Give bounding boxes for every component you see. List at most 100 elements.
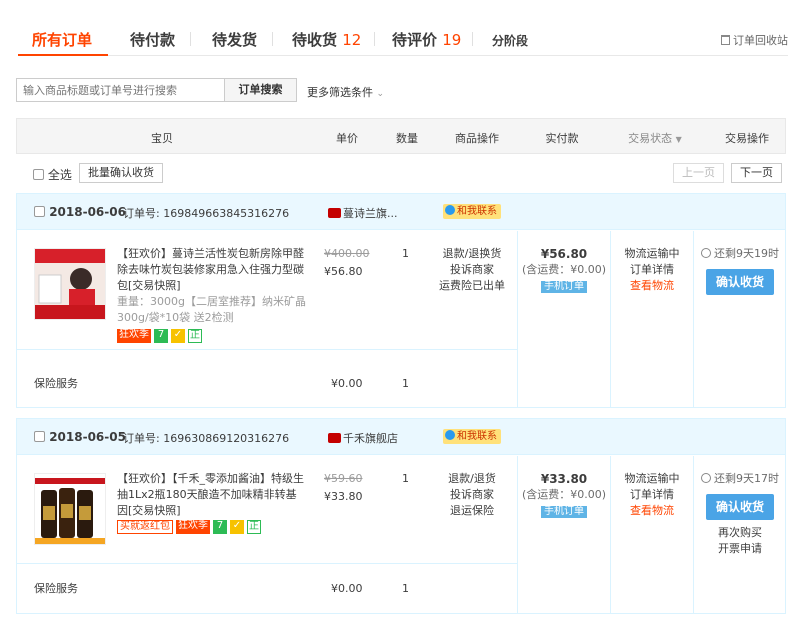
next-page-button[interactable]: 下一页: [731, 163, 782, 183]
select-all-checkbox[interactable]: [33, 169, 44, 180]
contact-seller-button[interactable]: 和我联系: [443, 429, 501, 444]
item-operations: 退款/退换货 投诉商家 运费险已出单: [432, 246, 512, 294]
tab-label: 待评价: [392, 31, 438, 49]
more-filters-toggle[interactable]: 更多筛选条件 ⌄: [307, 84, 384, 100]
shop-link[interactable]: 千禾旗舰店: [328, 430, 398, 446]
recycle-label: 订单回收站: [733, 34, 788, 47]
contact-seller-button[interactable]: 和我联系: [443, 204, 501, 219]
seven-day-return-tag[interactable]: 7: [213, 520, 227, 534]
order-detail-link[interactable]: 订单详情: [611, 487, 693, 503]
tab-pending-receipt[interactable]: 待收货 12: [292, 29, 361, 50]
shop-name: 蔓诗兰旗...: [343, 207, 398, 220]
header-item-ops: 商品操作: [455, 132, 499, 145]
remaining-time: 还剩9天17时: [701, 471, 787, 487]
tmall-icon: [328, 433, 341, 443]
recycle-bin-link[interactable]: 订单回收站: [721, 32, 788, 48]
remaining-text: 还剩9天19时: [714, 247, 779, 260]
order-date: 2018-06-06: [34, 205, 126, 219]
tab-all-orders[interactable]: 所有订单: [32, 29, 92, 50]
refund-link[interactable]: 退款/退货: [432, 471, 512, 487]
order-number: 订单号: 169849663845316276: [123, 207, 290, 220]
authentic-tag[interactable]: 正: [247, 520, 261, 534]
batch-confirm-button[interactable]: 批量确认收货: [79, 163, 163, 183]
header-qty: 数量: [396, 132, 418, 145]
insurance-qty: 1: [402, 377, 409, 390]
contact-label: 和我联系: [457, 206, 497, 217]
view-logistics-link[interactable]: 查看物流: [611, 503, 693, 519]
quantity: 1: [402, 472, 409, 485]
chat-icon: [445, 205, 455, 215]
view-logistics-link[interactable]: 查看物流: [611, 278, 693, 294]
order-detail-link[interactable]: 订单详情: [611, 262, 693, 278]
prev-page-button[interactable]: 上一页: [673, 163, 724, 183]
divider: [17, 349, 517, 350]
mobile-order-tag: 手机订单: [541, 281, 587, 293]
product-spec: 重量：3000g【二居室推荐】纳米矿晶300g/袋*10袋 送2检测: [117, 295, 306, 324]
authentic-tag[interactable]: 正: [188, 329, 202, 343]
product-thumbnail[interactable]: [34, 473, 106, 545]
seven-day-return-tag[interactable]: 7: [154, 329, 168, 343]
order-date: 2018-06-05: [34, 430, 126, 444]
select-all[interactable]: 全选: [33, 166, 72, 183]
tab-pending-review[interactable]: 待评价 19: [392, 29, 461, 50]
tab-separator: [374, 32, 375, 46]
confirm-receipt-button[interactable]: 确认收货: [706, 269, 774, 295]
search-input[interactable]: [16, 78, 225, 102]
refund-link[interactable]: 退款/退换货: [432, 246, 512, 262]
header-actions: 交易操作: [725, 132, 769, 145]
invoice-request-link[interactable]: 开票申请: [694, 541, 786, 557]
order-card: 2018-06-06 订单号: 169849663845316276 蔓诗兰旗.…: [16, 193, 786, 408]
contact-label: 和我联系: [457, 431, 497, 442]
product-title[interactable]: 【狂欢价】【千禾_零添加酱油】特级生抽1Lx2瓶180天酿造不加味精非转基因[交…: [117, 471, 307, 519]
clock-icon: [701, 248, 711, 258]
order-date-text: 2018-06-05: [49, 430, 126, 444]
shipping-note: (含运费：¥0.00): [521, 488, 607, 501]
promo-tag[interactable]: 狂欢季: [176, 520, 210, 534]
guarantee-tag[interactable]: ✓: [171, 329, 185, 343]
divider: [693, 231, 694, 408]
tab-label: 待收货: [292, 31, 338, 49]
header-paid: 实付款: [545, 132, 579, 145]
table-header: 宝贝 单价 数量 商品操作 实付款 交易状态 ▼ 交易操作: [16, 118, 786, 154]
paid-amount: ¥33.80 (含运费：¥0.00) 手机订单: [518, 471, 610, 519]
tmall-icon: [328, 208, 341, 218]
unit-price: ¥33.80: [324, 490, 363, 503]
order-number: 订单号: 169630869120316276: [123, 432, 290, 445]
quantity: 1: [402, 247, 409, 260]
product-image: [35, 249, 105, 319]
tab-separator: [272, 32, 273, 46]
confirm-receipt-button[interactable]: 确认收货: [706, 494, 774, 520]
product-title[interactable]: 【狂欢价】蔓诗兰活性炭包新房除甲醛除去味竹炭包装修家用急入住强力型碳包[交易快照…: [117, 246, 307, 294]
order-card: 2018-06-05 订单号: 169630869120316276 千禾旗舰店…: [16, 418, 786, 614]
original-price: ¥59.60: [324, 472, 363, 485]
insurance-price: ¥0.00: [331, 582, 363, 595]
complain-link[interactable]: 投诉商家: [432, 262, 512, 278]
header-price: 单价: [336, 132, 358, 145]
header-status[interactable]: 交易状态 ▼: [615, 130, 695, 146]
product-image: [35, 474, 105, 544]
tab-staged[interactable]: 分阶段: [492, 32, 528, 49]
more-filters-label: 更多筛选条件: [307, 86, 373, 99]
status-text: 物流运输中: [624, 247, 680, 260]
insurance-price: ¥0.00: [331, 377, 363, 390]
tab-pending-shipment[interactable]: 待发货: [212, 29, 257, 50]
buy-again-link[interactable]: 再次购买: [694, 525, 786, 541]
order-checkbox[interactable]: [34, 206, 45, 217]
product-thumbnail[interactable]: [34, 248, 106, 320]
cashback-tag[interactable]: 买就返红包: [117, 520, 173, 534]
header-status-label: 交易状态: [628, 132, 673, 145]
status-text: 物流运输中: [624, 472, 680, 485]
item-operations: 退款/退货 投诉商家 退运保险: [432, 471, 512, 519]
shipping-insurance-link[interactable]: 运费险已出单: [432, 278, 512, 294]
order-checkbox[interactable]: [34, 431, 45, 442]
return-insurance-link[interactable]: 退运保险: [432, 503, 512, 519]
tab-pending-payment[interactable]: 待付款: [130, 29, 175, 50]
insurance-qty: 1: [402, 582, 409, 595]
complain-link[interactable]: 投诉商家: [432, 487, 512, 503]
shop-link[interactable]: 蔓诗兰旗...: [328, 205, 398, 221]
header-item: 宝贝: [151, 132, 173, 145]
promo-tag[interactable]: 狂欢季: [117, 329, 151, 343]
trash-icon: [721, 35, 730, 45]
search-button[interactable]: 订单搜索: [224, 78, 297, 102]
guarantee-tag[interactable]: ✓: [230, 520, 244, 534]
